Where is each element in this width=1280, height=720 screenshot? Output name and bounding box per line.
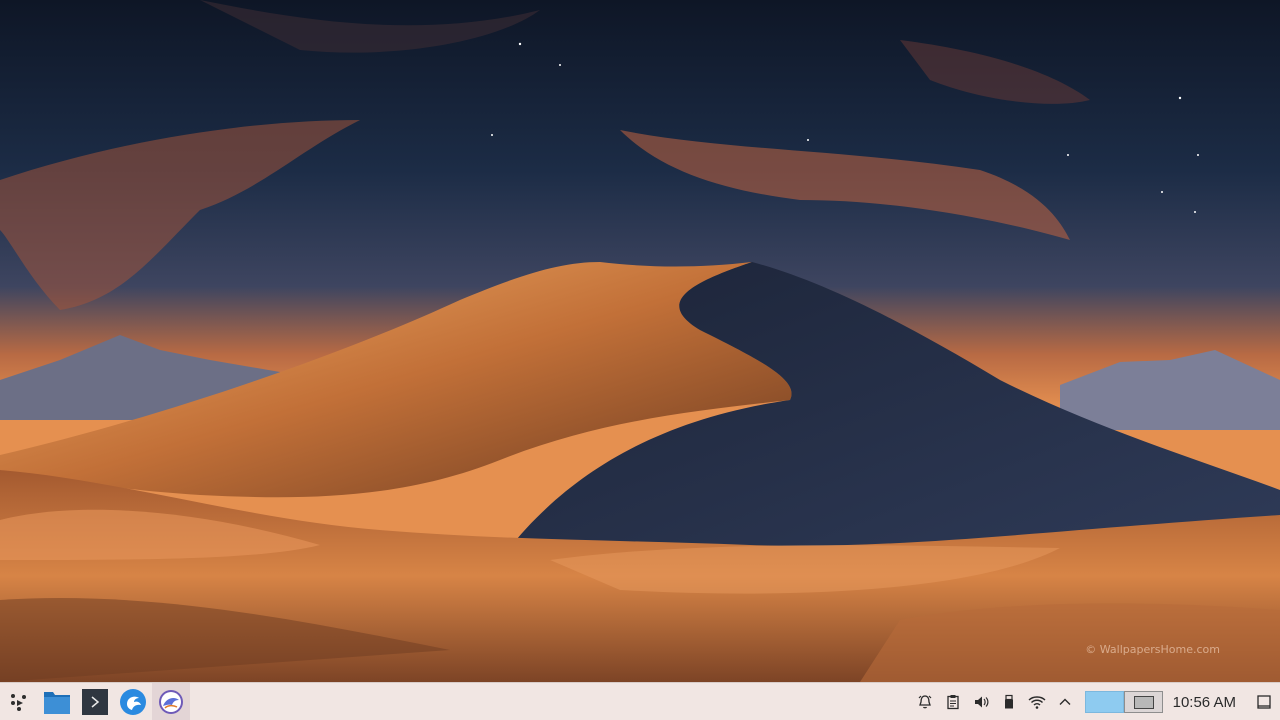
bell-icon: [918, 695, 932, 709]
wallpaper-watermark: © WallpapersHome.com: [1085, 643, 1220, 656]
system-tray: 10:56 AM: [911, 683, 1280, 720]
chevron-up-icon: [1059, 698, 1071, 705]
show-hidden-icons-button[interactable]: [1051, 683, 1079, 720]
application-launcher-button[interactable]: [0, 683, 38, 720]
web-browser-button[interactable]: [114, 683, 152, 720]
clipboard-icon: [946, 695, 959, 710]
store-app-icon: [159, 689, 183, 714]
web-browser-icon: [120, 688, 146, 715]
virtual-desktop-2[interactable]: [1123, 691, 1163, 713]
removable-device-button[interactable]: [995, 683, 1023, 720]
wallpaper-art: [0, 0, 1280, 682]
window-thumbnail: [1133, 696, 1154, 709]
virtual-desktop-1[interactable]: [1084, 691, 1124, 713]
desktop-wallpaper: © WallpapersHome.com: [0, 0, 1280, 682]
network-button[interactable]: [1023, 683, 1051, 720]
taskbar: 10:56 AM: [0, 682, 1280, 720]
terminal-button[interactable]: [76, 683, 114, 720]
clipboard-button[interactable]: [939, 683, 967, 720]
file-manager-icon: [44, 691, 70, 714]
file-manager-button[interactable]: [38, 683, 76, 720]
speaker-icon: [974, 696, 989, 708]
notifications-button[interactable]: [911, 683, 939, 720]
usb-drive-icon: [1004, 694, 1013, 709]
clock[interactable]: 10:56 AM: [1171, 694, 1248, 711]
show-desktop-icon: [1257, 695, 1271, 709]
terminal-icon: [82, 688, 108, 715]
wifi-icon: [1028, 696, 1046, 709]
volume-button[interactable]: [967, 683, 995, 720]
store-app-button[interactable]: [152, 682, 190, 720]
virtual-desktop-pager: [1084, 691, 1163, 713]
show-desktop-button[interactable]: [1248, 683, 1280, 720]
application-launcher-icon: [11, 693, 26, 711]
